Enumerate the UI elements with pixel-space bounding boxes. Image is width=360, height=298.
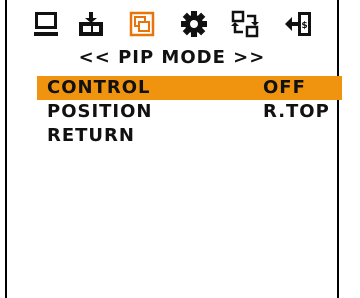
menu-item-label: POSITION [47,101,153,122]
osd-screen: $ << PIP MODE >> CONTROL OFF POSITION R.… [0,0,360,298]
menu-title: << PIP MODE >> [78,47,266,68]
menu-item-label: RETURN [47,125,135,146]
menu-item-control[interactable]: CONTROL OFF [37,76,342,100]
menu-icon-bar: $ [7,10,337,44]
monitor-icon[interactable] [32,10,60,38]
menu-item-label: CONTROL [47,77,151,98]
menu-item-return[interactable]: RETURN [37,124,342,148]
svg-text:$: $ [301,21,307,31]
settings-gear-icon[interactable] [180,10,208,38]
menu-item-position[interactable]: POSITION R.TOP [37,100,342,124]
pip-icon[interactable] [128,10,156,38]
input-source-icon[interactable] [77,10,105,38]
menu-item-value: OFF [263,77,306,98]
exit-icon[interactable]: $ [285,10,313,38]
swap-icon[interactable] [231,10,259,38]
osd-frame: $ << PIP MODE >> CONTROL OFF POSITION R.… [5,0,342,298]
menu-item-value: R.TOP [263,101,330,122]
